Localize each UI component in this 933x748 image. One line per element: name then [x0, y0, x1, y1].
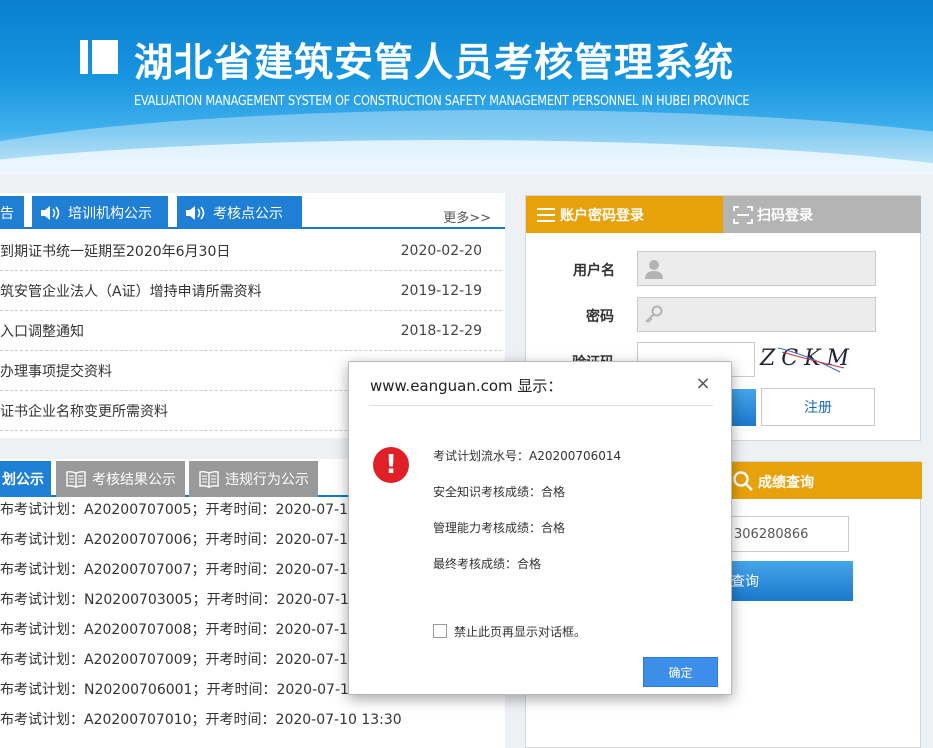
- close-icon[interactable]: ×: [693, 374, 713, 394]
- menu-icon: [537, 207, 555, 222]
- list-item[interactable]: 布考试计划：N20200706001；开考时间：2020-07-10 13: [0, 679, 380, 699]
- tab-notice[interactable]: 告: [0, 196, 24, 229]
- speaker-icon: [40, 205, 62, 221]
- list-item[interactable]: 入口调整通知 2018-12-29: [0, 311, 502, 351]
- scan-icon: [733, 205, 753, 224]
- speaker-icon: [185, 205, 207, 221]
- dialog-message-line: 安全知识考核成绩：合格: [433, 485, 566, 499]
- search-icon: [733, 471, 753, 491]
- tab-password-login[interactable]: 账户密码登录: [526, 196, 723, 233]
- score-title: 成绩查询: [758, 475, 814, 491]
- register-button[interactable]: 注册: [761, 388, 875, 426]
- list-item[interactable]: 布考试计划：A20200707005；开考时间：2020-07-10 10: [0, 499, 379, 519]
- suppress-dialogs-label[interactable]: 禁止此页再显示对话框。: [454, 623, 586, 640]
- ok-button[interactable]: 确定: [643, 657, 718, 687]
- username-input[interactable]: [637, 251, 876, 286]
- notice-tabs: 告 培训机构公示 考核点公示 更多>>: [0, 193, 505, 229]
- book-icon: [199, 470, 219, 489]
- alert-dialog: www.eanguan.com 显示： × ! 考试计划流水号：A2020070…: [348, 361, 732, 695]
- list-item[interactable]: 布考试计划：N20200703005；开考时间：2020-07-10 10: [0, 589, 380, 609]
- list-item[interactable]: 布考试计划：A20200707010；开考时间：2020-07-10 13:30: [0, 709, 402, 729]
- tab-exam-site[interactable]: 考核点公示: [177, 196, 302, 229]
- dialog-title: www.eanguan.com 显示：: [370, 377, 563, 395]
- dialog-message-line: 考试计划流水号：A20200706014: [433, 449, 622, 463]
- query-button[interactable]: 查询: [725, 561, 853, 601]
- captcha-image[interactable]: ZCKM: [760, 346, 850, 374]
- list-item[interactable]: 到期证书统一延期至2020年6月30日 2020-02-20: [0, 231, 502, 271]
- password-input[interactable]: [637, 297, 876, 332]
- list-item[interactable]: 筑安管企业法人（A证）增持申请所需资料 2019-12-19: [0, 271, 502, 311]
- dialog-divider: [369, 405, 713, 406]
- key-icon: [645, 305, 663, 323]
- logo-icon: [80, 40, 118, 74]
- dialog-message-line: 最终考核成绩：合格: [433, 557, 542, 571]
- error-icon: !: [373, 447, 409, 483]
- tab-plan[interactable]: 划公示: [0, 461, 51, 497]
- book-icon: [66, 470, 86, 489]
- username-label: 用户名: [573, 263, 615, 279]
- user-icon: [645, 260, 663, 279]
- site-title: 湖北省建筑安管人员考核管理系统: [134, 41, 735, 86]
- list-item[interactable]: 布考试计划：A20200707007；开考时间：2020-07-10 10: [0, 559, 379, 579]
- dialog-message-line: 管理能力考核成绩：合格: [433, 521, 566, 535]
- site-subtitle: EVALUATION MANAGEMENT SYSTEM OF CONSTRUC…: [134, 94, 750, 109]
- site-header: 湖北省建筑安管人员考核管理系统 EVALUATION MANAGEMENT SY…: [0, 0, 933, 175]
- password-label: 密码: [586, 309, 614, 325]
- list-item[interactable]: 布考试计划：A20200707006；开考时间：2020-07-10 10: [0, 529, 379, 549]
- tab-exam-result[interactable]: 考核结果公示: [56, 461, 185, 497]
- captcha-noise: [777, 347, 845, 373]
- suppress-dialogs-checkbox[interactable]: [433, 624, 447, 638]
- tab-training-institution[interactable]: 培训机构公示: [32, 196, 168, 229]
- list-item[interactable]: 布考试计划：A20200707008；开考时间：2020-07-10 13: [0, 619, 379, 639]
- more-link[interactable]: 更多>>: [443, 207, 491, 226]
- tab-violation[interactable]: 违规行为公示: [189, 461, 318, 497]
- tab-qr-login[interactable]: 扫码登录: [723, 196, 921, 233]
- id-number-input[interactable]: 306280866: [725, 516, 849, 552]
- list-item[interactable]: 布考试计划：A20200707009；开考时间：2020-07-10 13: [0, 649, 379, 669]
